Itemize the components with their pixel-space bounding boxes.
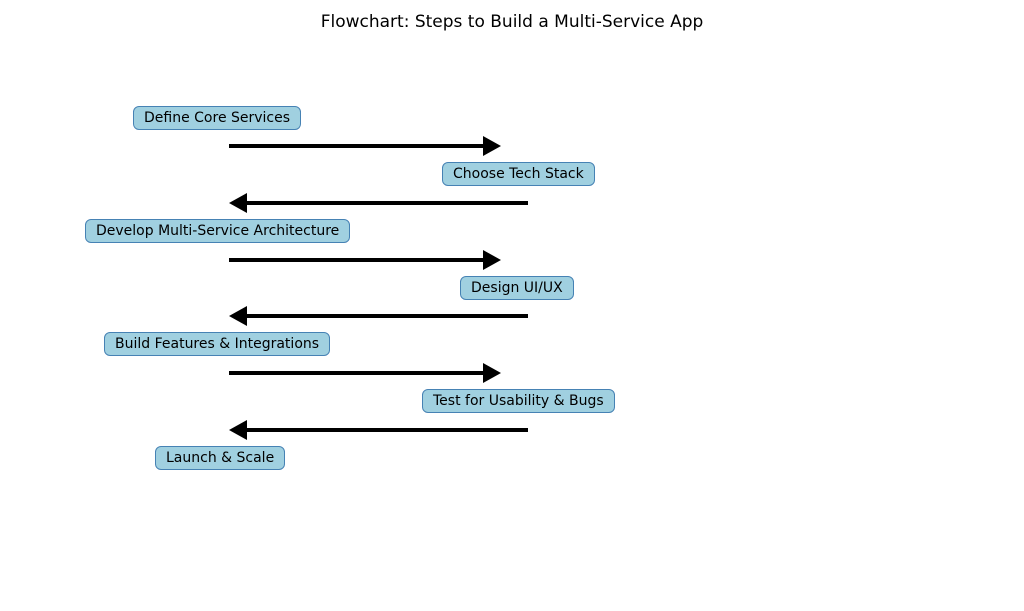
node-choose-tech-stack: Choose Tech Stack <box>442 162 595 186</box>
arrow-left-icon <box>247 314 528 318</box>
arrow-head-left-icon <box>229 193 247 213</box>
node-design-ui-ux: Design UI/UX <box>460 276 574 300</box>
arrow-right-icon <box>229 371 483 375</box>
arrow-right-icon <box>229 144 483 148</box>
arrow-head-right-icon <box>483 363 501 383</box>
diagram-title: Flowchart: Steps to Build a Multi-Servic… <box>321 12 704 32</box>
arrow-head-right-icon <box>483 136 501 156</box>
arrow-head-left-icon <box>229 306 247 326</box>
node-test-usability: Test for Usability & Bugs <box>422 389 615 413</box>
node-define-core-services: Define Core Services <box>133 106 301 130</box>
node-develop-architecture: Develop Multi-Service Architecture <box>85 219 350 243</box>
arrow-left-icon <box>247 201 528 205</box>
arrow-left-icon <box>247 428 528 432</box>
arrow-head-right-icon <box>483 250 501 270</box>
arrow-right-icon <box>229 258 483 262</box>
arrow-head-left-icon <box>229 420 247 440</box>
node-launch-scale: Launch & Scale <box>155 446 285 470</box>
node-build-features: Build Features & Integrations <box>104 332 330 356</box>
